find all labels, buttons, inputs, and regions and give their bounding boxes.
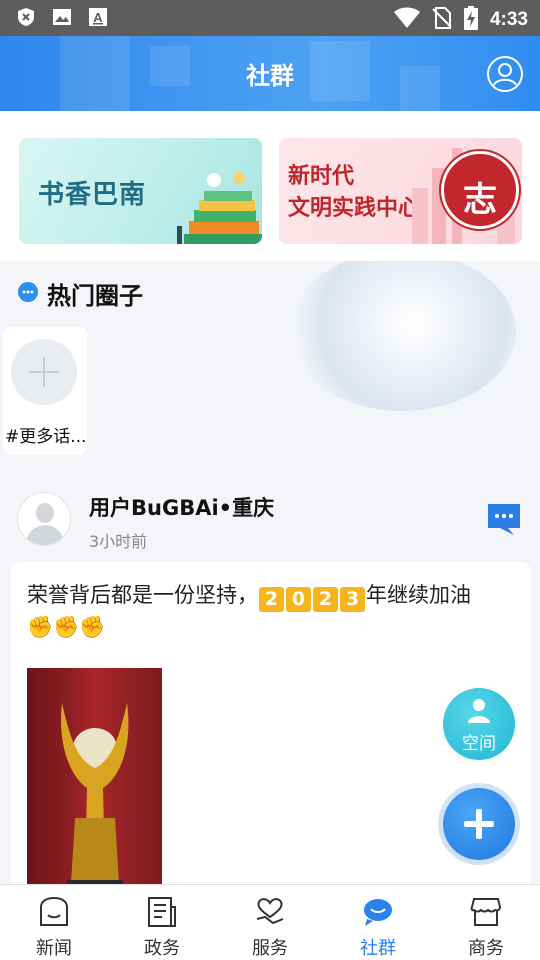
post-username[interactable]: 用户BuGBAi•重庆 — [89, 492, 274, 522]
community-icon — [364, 899, 392, 926]
font-a-icon: A — [88, 7, 108, 27]
top-header: 社群 — [0, 36, 540, 111]
nav-item-government[interactable]: 政务 — [108, 885, 216, 960]
avatar[interactable] — [17, 492, 71, 546]
plus-icon — [11, 339, 77, 405]
post-time: 3小时前 — [89, 532, 148, 551]
background-watermark — [288, 261, 516, 411]
status-bar: A 4:33 — [0, 0, 540, 36]
books-illustration — [177, 172, 262, 244]
banner-title: 书香巴南 — [38, 180, 147, 210]
service-heart-icon — [256, 898, 284, 925]
nav-label: 政务 — [144, 938, 180, 959]
image-icon — [52, 7, 72, 27]
svg-text:A: A — [93, 10, 103, 25]
banner-title: 新时代 文明实践中心 — [288, 163, 421, 221]
nav-item-community[interactable]: 社群 — [324, 885, 432, 960]
more-topics-card[interactable]: #更多话... — [3, 327, 87, 455]
shop-icon — [470, 898, 502, 926]
banner-shuxiang-banan[interactable]: 书香巴南 — [19, 138, 262, 244]
space-button-label: 空间 — [462, 734, 496, 754]
hot-circles-section: 热门圈子 #更多话... — [0, 261, 540, 461]
more-topics-label: #更多话... — [5, 427, 87, 447]
nav-item-service[interactable]: 服务 — [216, 885, 324, 960]
nav-item-news[interactable]: 新闻 — [0, 885, 108, 960]
fist-emoji: ✊ — [27, 615, 54, 639]
shield-x-icon — [16, 7, 36, 27]
message-icon[interactable] — [486, 502, 522, 536]
fist-emoji: ✊ — [53, 615, 80, 639]
space-button[interactable]: 空间 — [443, 688, 515, 760]
user-circle-icon — [493, 63, 517, 86]
post-image[interactable] — [27, 668, 162, 892]
section-title: 热门圈子 — [47, 282, 143, 310]
nav-item-business[interactable]: 商务 — [432, 885, 540, 960]
chat-bubble-icon — [18, 282, 38, 302]
trophy-illustration — [61, 703, 129, 892]
no-sim-icon — [432, 7, 452, 33]
clock: 4:33 — [489, 9, 528, 30]
battery-charging-icon — [463, 6, 478, 34]
banner-area: 书香巴南 新时代 文明实践中心 志 — [0, 111, 540, 261]
person-icon — [468, 699, 490, 723]
fist-emoji: ✊ — [79, 615, 106, 639]
page-title: 社群 — [246, 62, 294, 90]
nav-label: 服务 — [252, 938, 288, 959]
bottom-navigation: 新闻 政务 服务 社群 商务 — [0, 884, 540, 960]
news-icon — [40, 896, 68, 926]
banner-civilization-center[interactable]: 新时代 文明实践中心 志 — [279, 138, 522, 244]
nav-label: 新闻 — [36, 938, 72, 959]
user-profile-button[interactable] — [487, 56, 523, 92]
nav-label: 社群 — [360, 938, 396, 959]
government-icon — [148, 897, 176, 927]
post-content: 荣誉背后都是一份坚持， 2 0 2 3 年继续加油 ✊✊✊ — [27, 580, 517, 642]
volunteer-seal: 志 — [441, 151, 519, 229]
add-post-button[interactable] — [443, 788, 515, 860]
wifi-icon — [393, 7, 420, 33]
nav-label: 商务 — [468, 938, 504, 959]
post-header: 用户BuGBAi•重庆 3小时前 — [0, 476, 540, 560]
